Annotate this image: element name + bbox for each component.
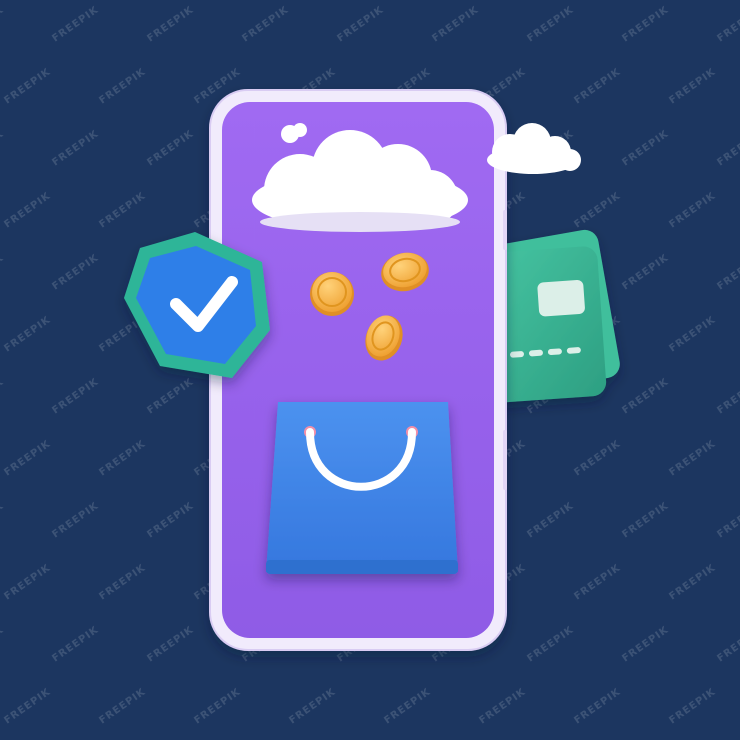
watermark-text: FREEPIK	[525, 624, 576, 664]
watermark-text: FREEPIK	[620, 500, 671, 540]
watermark-text: FREEPIK	[715, 624, 740, 664]
watermark-text: FREEPIK	[287, 686, 338, 726]
watermark-text: FREEPIK	[2, 438, 53, 478]
watermark-text: FREEPIK	[715, 128, 740, 168]
shopping-bag-icon	[266, 402, 458, 574]
watermark-text: FREEPIK	[2, 66, 53, 106]
watermark-text: FREEPIK	[97, 686, 148, 726]
watermark-text: FREEPIK	[620, 4, 671, 44]
watermark-text: FREEPIK	[667, 562, 718, 602]
watermark-text: FREEPIK	[667, 686, 718, 726]
watermark-text: FREEPIK	[97, 438, 148, 478]
coin-icon	[310, 272, 354, 316]
watermark-text: FREEPIK	[525, 500, 576, 540]
watermark-text: FREEPIK	[715, 500, 740, 540]
watermark-text: FREEPIK	[50, 4, 101, 44]
illustration: FREEPIK FREEPIK FREEPIK FREEPIK FREEPIK FREEP…	[0, 4, 740, 726]
watermark-text: FREEPIK	[0, 624, 6, 664]
watermark-text: FREEPIK	[572, 686, 623, 726]
watermark-text: FREEPIK	[2, 314, 53, 354]
watermark-text: FREEPIK	[335, 4, 386, 44]
watermark-text: FREEPIK	[97, 190, 148, 230]
watermark-text: FREEPIK	[525, 4, 576, 44]
watermark-text: FREEPIK	[192, 686, 243, 726]
watermark-text: FREEPIK	[145, 624, 196, 664]
watermark-text: FREEPIK	[430, 4, 481, 44]
watermark-text: FREEPIK	[50, 500, 101, 540]
watermark-text: FREEPIK	[715, 376, 740, 416]
watermark-text: FREEPIK	[572, 562, 623, 602]
watermark-text: FREEPIK	[715, 252, 740, 292]
watermark-text: FREEPIK	[572, 190, 623, 230]
watermark-text: FREEPIK	[50, 624, 101, 664]
watermark-text: FREEPIK	[2, 562, 53, 602]
watermark-text: FREEPIK	[240, 4, 291, 44]
watermark-text: FREEPIK	[0, 376, 6, 416]
watermark-text: FREEPIK	[620, 624, 671, 664]
watermark-text: FREEPIK	[667, 438, 718, 478]
watermark-text: FREEPIK	[50, 252, 101, 292]
watermark-text: FREEPIK	[572, 438, 623, 478]
watermark-text: FREEPIK	[620, 128, 671, 168]
watermark-text: FREEPIK	[2, 686, 53, 726]
watermark-text: FREEPIK	[667, 66, 718, 106]
watermark-text: FREEPIK	[50, 128, 101, 168]
watermark-text: FREEPIK	[0, 128, 6, 168]
watermark-text: FREEPIK	[477, 686, 528, 726]
watermark-text: FREEPIK	[572, 66, 623, 106]
watermark-text: FREEPIK	[97, 66, 148, 106]
watermark-text: FREEPIK	[0, 500, 6, 540]
watermark-text: FREEPIK	[145, 128, 196, 168]
watermark-text: FREEPIK	[145, 500, 196, 540]
watermark-text: FREEPIK	[382, 686, 433, 726]
watermark-text: FREEPIK	[0, 252, 6, 292]
watermark-text: FREEPIK	[715, 4, 740, 44]
watermark-text: FREEPIK	[145, 4, 196, 44]
watermark-text: FREEPIK	[97, 562, 148, 602]
watermark-text: FREEPIK	[620, 252, 671, 292]
watermark-text: FREEPIK	[620, 376, 671, 416]
watermark-text: FREEPIK	[0, 4, 6, 44]
watermark-text: FREEPIK	[667, 314, 718, 354]
watermark-text: FREEPIK	[145, 376, 196, 416]
watermark-text: FREEPIK	[667, 190, 718, 230]
watermark-text: FREEPIK	[2, 190, 53, 230]
watermark-text: FREEPIK	[50, 376, 101, 416]
